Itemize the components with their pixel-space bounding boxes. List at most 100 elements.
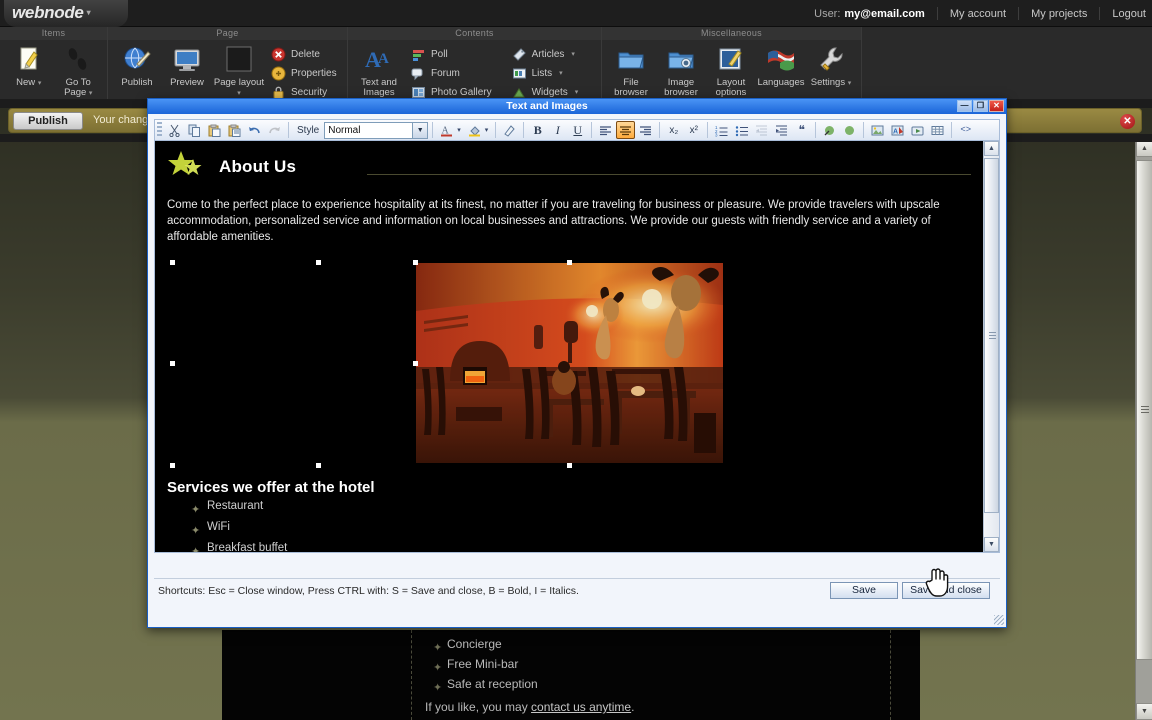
undo-icon[interactable] xyxy=(245,121,264,139)
toolbar-grip-icon[interactable] xyxy=(157,122,162,138)
webnode-logo[interactable]: webnode ▾ xyxy=(4,0,128,27)
scroll-down-arrow-icon[interactable]: ▼ xyxy=(984,537,999,552)
subscript-icon[interactable]: x₂ xyxy=(664,121,683,139)
editor-canvas[interactable]: About Us Come to the perfect place to ex… xyxy=(154,141,1000,553)
restaurant-interior-photo[interactable] xyxy=(415,263,723,464)
contact-us-link[interactable]: contact us anytime xyxy=(531,700,631,714)
outdent-icon[interactable] xyxy=(752,121,771,139)
preview-button[interactable]: Preview xyxy=(163,43,211,88)
languages-button[interactable]: Languages xyxy=(757,43,805,88)
minimize-icon[interactable]: — xyxy=(957,100,972,112)
chevron-down-icon[interactable]: ▾ xyxy=(237,90,241,97)
chevron-down-icon[interactable]: ▾ xyxy=(571,50,575,58)
italic-icon[interactable]: I xyxy=(548,121,567,139)
resize-handle-outer[interactable] xyxy=(169,260,175,266)
chevron-down-icon[interactable]: ▾ xyxy=(848,80,852,87)
font-color-button[interactable]: A ▾ xyxy=(437,121,464,139)
redo-icon[interactable] xyxy=(265,121,284,139)
link-icon[interactable] xyxy=(840,121,859,139)
insert-table-icon[interactable] xyxy=(928,121,947,139)
scroll-down-arrow-icon[interactable]: ▼ xyxy=(1136,703,1152,720)
chevron-down-icon[interactable]: ▾ xyxy=(575,88,579,96)
source-code-icon[interactable]: <> xyxy=(956,121,975,139)
font-color-icon[interactable]: A xyxy=(437,121,456,139)
properties-label: Properties xyxy=(291,67,337,79)
articles-button[interactable]: Articles ▾ xyxy=(508,45,583,63)
resize-handle[interactable] xyxy=(412,361,418,367)
lists-button[interactable]: Lists ▾ xyxy=(508,64,583,82)
text-and-images-button[interactable]: AA Text and Images xyxy=(353,43,405,98)
numbered-list-icon[interactable]: 123 xyxy=(712,121,731,139)
go-to-page-button[interactable]: Go To Page ▾ xyxy=(55,43,103,99)
style-select[interactable]: Normal ▼ xyxy=(324,121,429,139)
selected-image[interactable] xyxy=(169,260,723,469)
chevron-down-icon[interactable]: ▾ xyxy=(87,8,91,17)
resize-handle[interactable] xyxy=(566,260,572,266)
unlink-icon[interactable] xyxy=(820,121,839,139)
publish-bar-button[interactable]: Publish xyxy=(13,112,83,130)
editor-scrollbar[interactable]: ▲ ▼ xyxy=(983,141,999,552)
close-icon[interactable]: ✕ xyxy=(989,100,1004,112)
chevron-down-icon[interactable]: ▾ xyxy=(484,126,492,134)
poll-button[interactable]: Poll xyxy=(407,45,496,63)
align-center-icon[interactable] xyxy=(616,121,636,139)
delete-label: Delete xyxy=(291,48,320,60)
bold-icon[interactable]: B xyxy=(528,121,547,139)
insert-image-icon[interactable] xyxy=(868,121,887,139)
close-icon[interactable]: ✕ xyxy=(1120,114,1135,129)
chevron-down-icon[interactable]: ▾ xyxy=(38,80,42,87)
text-and-images-icon: AA xyxy=(364,45,394,75)
properties-button[interactable]: Properties xyxy=(267,64,341,82)
admin-toolbar: webnode ▾ User: my@email.com My account M… xyxy=(0,0,1152,100)
resize-handle-outer[interactable] xyxy=(315,463,321,469)
new-page-icon xyxy=(14,45,44,75)
background-color-icon[interactable] xyxy=(465,121,484,139)
scroll-up-arrow-icon[interactable]: ▲ xyxy=(984,141,999,156)
superscript-icon[interactable]: x² xyxy=(684,121,703,139)
chevron-down-icon[interactable]: ▾ xyxy=(559,69,563,77)
align-right-icon[interactable] xyxy=(636,121,655,139)
logout-link[interactable]: Logout xyxy=(1112,8,1146,20)
dialog-title-bar[interactable]: Text and Images — ❐ ✕ xyxy=(148,99,1006,114)
paste-text-icon[interactable] xyxy=(225,121,244,139)
my-projects-link[interactable]: My projects xyxy=(1031,8,1087,20)
insert-media-icon[interactable] xyxy=(908,121,927,139)
background-color-button[interactable]: ▾ xyxy=(465,121,492,139)
chevron-down-icon[interactable]: ▼ xyxy=(412,122,428,138)
paste-icon[interactable] xyxy=(205,121,224,139)
file-browser-button[interactable]: File browser xyxy=(607,43,655,98)
scroll-up-arrow-icon[interactable]: ▲ xyxy=(1136,140,1152,157)
forum-button[interactable]: Forum xyxy=(407,64,496,82)
save-button[interactable]: Save xyxy=(830,582,898,599)
dialog-resize-grip[interactable] xyxy=(994,615,1004,625)
resize-handle-outer[interactable] xyxy=(315,260,321,266)
layout-options-button[interactable]: Layout options xyxy=(707,43,755,98)
resize-handle[interactable] xyxy=(566,463,572,469)
browser-scrollbar[interactable]: ▲ ▼ xyxy=(1135,140,1152,720)
scrollbar-thumb[interactable] xyxy=(1136,160,1152,660)
settings-button[interactable]: Settings ▾ xyxy=(807,43,855,89)
my-account-link[interactable]: My account xyxy=(950,8,1006,20)
resize-handle[interactable] xyxy=(412,260,418,266)
chevron-down-icon[interactable]: ▾ xyxy=(456,126,464,134)
editor-content[interactable]: About Us Come to the perfect place to ex… xyxy=(155,141,983,552)
blockquote-icon[interactable]: ❝ xyxy=(792,121,811,139)
image-browser-button[interactable]: Image browser xyxy=(657,43,705,98)
chevron-down-icon[interactable]: ▾ xyxy=(89,90,93,97)
cut-icon[interactable] xyxy=(165,121,184,139)
resize-handle-outer[interactable] xyxy=(169,361,175,367)
delete-button[interactable]: Delete xyxy=(267,45,341,63)
new-button[interactable]: New ▾ xyxy=(5,43,53,89)
align-left-icon[interactable] xyxy=(596,121,615,139)
underline-icon[interactable]: U xyxy=(568,121,587,139)
resize-handle-outer[interactable] xyxy=(169,463,175,469)
insert-flash-icon[interactable]: A xyxy=(888,121,907,139)
publish-button[interactable]: Publish xyxy=(113,43,161,88)
copy-icon[interactable] xyxy=(185,121,204,139)
page-layout-button[interactable]: Page layout ▾ xyxy=(213,43,265,99)
bulleted-list-icon[interactable] xyxy=(732,121,751,139)
maximize-icon[interactable]: ❐ xyxy=(973,100,988,112)
scrollbar-thumb[interactable] xyxy=(984,158,999,513)
indent-icon[interactable] xyxy=(772,121,791,139)
remove-format-icon[interactable] xyxy=(500,121,519,139)
